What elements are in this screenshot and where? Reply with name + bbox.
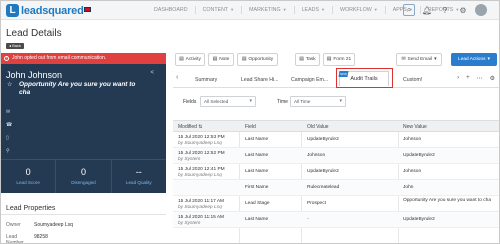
new-ribbon: NEW xyxy=(338,71,349,77)
chevron-down-icon: ▼ xyxy=(282,7,287,12)
metric-lead-quality: -- Lead Quality xyxy=(110,160,166,193)
phone-icon[interactable]: ☎ xyxy=(6,122,12,128)
uk-flag-icon[interactable] xyxy=(84,7,91,12)
nav-item-leads[interactable]: LEADS ▼ xyxy=(293,6,332,14)
settings-gear-icon[interactable]: ⚙ xyxy=(457,4,469,16)
user-avatar[interactable] xyxy=(475,4,487,16)
add-opportunity-button[interactable]: ▤ Opportunity xyxy=(237,53,278,66)
settings-gear-icon[interactable]: ⚙ xyxy=(490,75,495,82)
back-button[interactable]: ◂ Back xyxy=(6,43,25,49)
audit-filters: Fields All Selected Time All Time xyxy=(173,96,499,108)
add-task-button[interactable]: ▤ Task xyxy=(295,53,320,66)
app-window: L leadsquared DASHBOARD CONTENT ▼ MARKETI… xyxy=(0,0,500,244)
send-email-button[interactable]: ✉ Send Email ▾ xyxy=(396,53,442,66)
tab-campaign-emails[interactable]: Campaign Em... xyxy=(291,74,328,87)
property-row-lead-number: Lead Number 98258 xyxy=(6,234,48,244)
lead-name: John Johnson xyxy=(6,70,63,80)
add-activity-button[interactable]: ▤ Activity xyxy=(175,53,205,66)
table-row: 15 Jul 2020 11:15 AM by System Last Name … xyxy=(173,212,499,228)
chevron-left-icon[interactable]: ‹ xyxy=(176,74,178,81)
audit-table: Modified ⇅ Field Old Value New Value 15 … xyxy=(173,120,499,228)
tab-lead-share-history[interactable]: Lead Share Hi... xyxy=(241,74,279,87)
chevron-right-icon[interactable]: › xyxy=(457,75,459,82)
email-icon[interactable]: ✉ xyxy=(6,109,12,115)
table-row: First Name Rulecreatelead John xyxy=(173,180,499,196)
mobile-icon[interactable]: ▯ xyxy=(6,135,12,141)
table-row: 15 Jul 2020 11:17 AM by Soumyadeep Lsq Le… xyxy=(173,196,499,212)
chevron-down-icon: ▾ xyxy=(487,57,490,62)
fields-label: Fields xyxy=(183,99,197,105)
tab-controls: › + ⋯ ⚙ xyxy=(457,75,495,82)
search-icon[interactable]: ⌕ xyxy=(403,4,415,16)
logo-text: leadsquared xyxy=(21,4,84,17)
lead-card: John Johnson < ☆ Opportunity Are you sur… xyxy=(1,64,166,193)
logo-icon: L xyxy=(6,4,19,17)
form-icon: ▤ xyxy=(326,57,332,62)
page-title: Lead Details xyxy=(6,28,62,39)
opportunity-icon: ▤ xyxy=(241,57,247,62)
top-navigation: L leadsquared DASHBOARD CONTENT ▼ MARKETI… xyxy=(1,1,499,20)
contact-icons: ✉ ☎ ▯ ⚲ xyxy=(6,109,12,154)
nav-item-workflow[interactable]: WORKFLOW ▼ xyxy=(331,6,385,14)
more-dots-icon[interactable]: ⋯ xyxy=(477,75,483,82)
activity-icon: ▤ xyxy=(179,57,184,62)
form-21-button[interactable]: ▤ Form 21 xyxy=(323,53,355,66)
column-header-modified[interactable]: Modified ⇅ xyxy=(178,124,203,130)
top-right-icons: ⌕ 🔔︎ ? ⚙ xyxy=(403,4,487,16)
logo[interactable]: L leadsquared xyxy=(6,4,84,17)
add-tab-icon[interactable]: + xyxy=(466,75,470,82)
detail-tabs: ‹ Summary Lead Share Hi... Campaign Em..… xyxy=(173,68,499,88)
chevron-down-icon: ▾ xyxy=(434,57,437,62)
chevron-down-icon: ▼ xyxy=(373,7,378,12)
email-icon: ✉ xyxy=(401,57,406,62)
property-row-owner: Owner Soumyadeep Lsq xyxy=(6,222,73,228)
task-icon: ▤ xyxy=(299,57,304,62)
nav-item-marketing[interactable]: MARKETING ▼ xyxy=(241,6,293,14)
notification-bell-icon[interactable]: 🔔︎ xyxy=(421,4,433,16)
column-header-new-value: New Value xyxy=(403,124,427,130)
opportunity-text: Opportunity Are you sure you want to cha xyxy=(19,81,136,96)
column-header-field: Field xyxy=(245,124,256,130)
action-bar: ▤ Activity ▤ Note ▤ Opportunity ▤ Task ▤ Form… xyxy=(173,53,499,67)
divider xyxy=(1,214,166,215)
nav-item-content[interactable]: CONTENT ▼ xyxy=(194,6,242,14)
metric-disengaged: 0 Disengaged xyxy=(55,160,110,193)
column-header-old-value: Old Value xyxy=(307,124,329,130)
lead-actions-button[interactable]: Lead Actions ▾ xyxy=(451,53,497,66)
email-optout-alert: ! John opted out from email communicatio… xyxy=(1,53,166,64)
table-row: 15 Jul 2020 12:52 PM by System Last Name … xyxy=(173,148,499,164)
table-header: Modified ⇅ Field Old Value New Value xyxy=(173,120,499,132)
lead-properties-title: Lead Properties xyxy=(6,205,56,212)
sort-icon: ⇅ xyxy=(198,124,203,130)
location-pin-icon[interactable]: ⚲ xyxy=(6,148,12,154)
fields-select[interactable]: All Selected xyxy=(200,96,256,107)
time-select[interactable]: All Time xyxy=(290,96,346,107)
chevron-down-icon: ▼ xyxy=(230,7,235,12)
nav-item-dashboard[interactable]: DASHBOARD xyxy=(147,6,195,14)
star-icon[interactable]: ☆ xyxy=(7,81,12,88)
add-note-button[interactable]: ▤ Note xyxy=(208,53,234,66)
chevron-down-icon: ▼ xyxy=(320,7,325,12)
table-row: 15 Jul 2020 12:41 PM by Soumyadeep Lsq La… xyxy=(173,164,499,180)
tab-audit-trails-highlight: Audit Trails NEW xyxy=(336,68,393,88)
share-icon[interactable]: < xyxy=(150,70,154,76)
metric-lead-score: 0 Lead Score xyxy=(16,167,40,185)
help-icon[interactable]: ? xyxy=(439,4,451,16)
info-icon: ! xyxy=(4,56,9,61)
tab-summary[interactable]: Summary xyxy=(195,74,217,87)
lead-metrics: 0 Lead Score 0 Disengaged -- Lead Qualit… xyxy=(1,159,166,193)
table-row: 15 Jul 2020 12:53 PM by Soumyadeep Lsq La… xyxy=(173,132,499,148)
tab-custom[interactable]: Custom! xyxy=(403,74,422,87)
note-icon: ▤ xyxy=(212,57,218,62)
time-label: Time xyxy=(277,99,288,105)
